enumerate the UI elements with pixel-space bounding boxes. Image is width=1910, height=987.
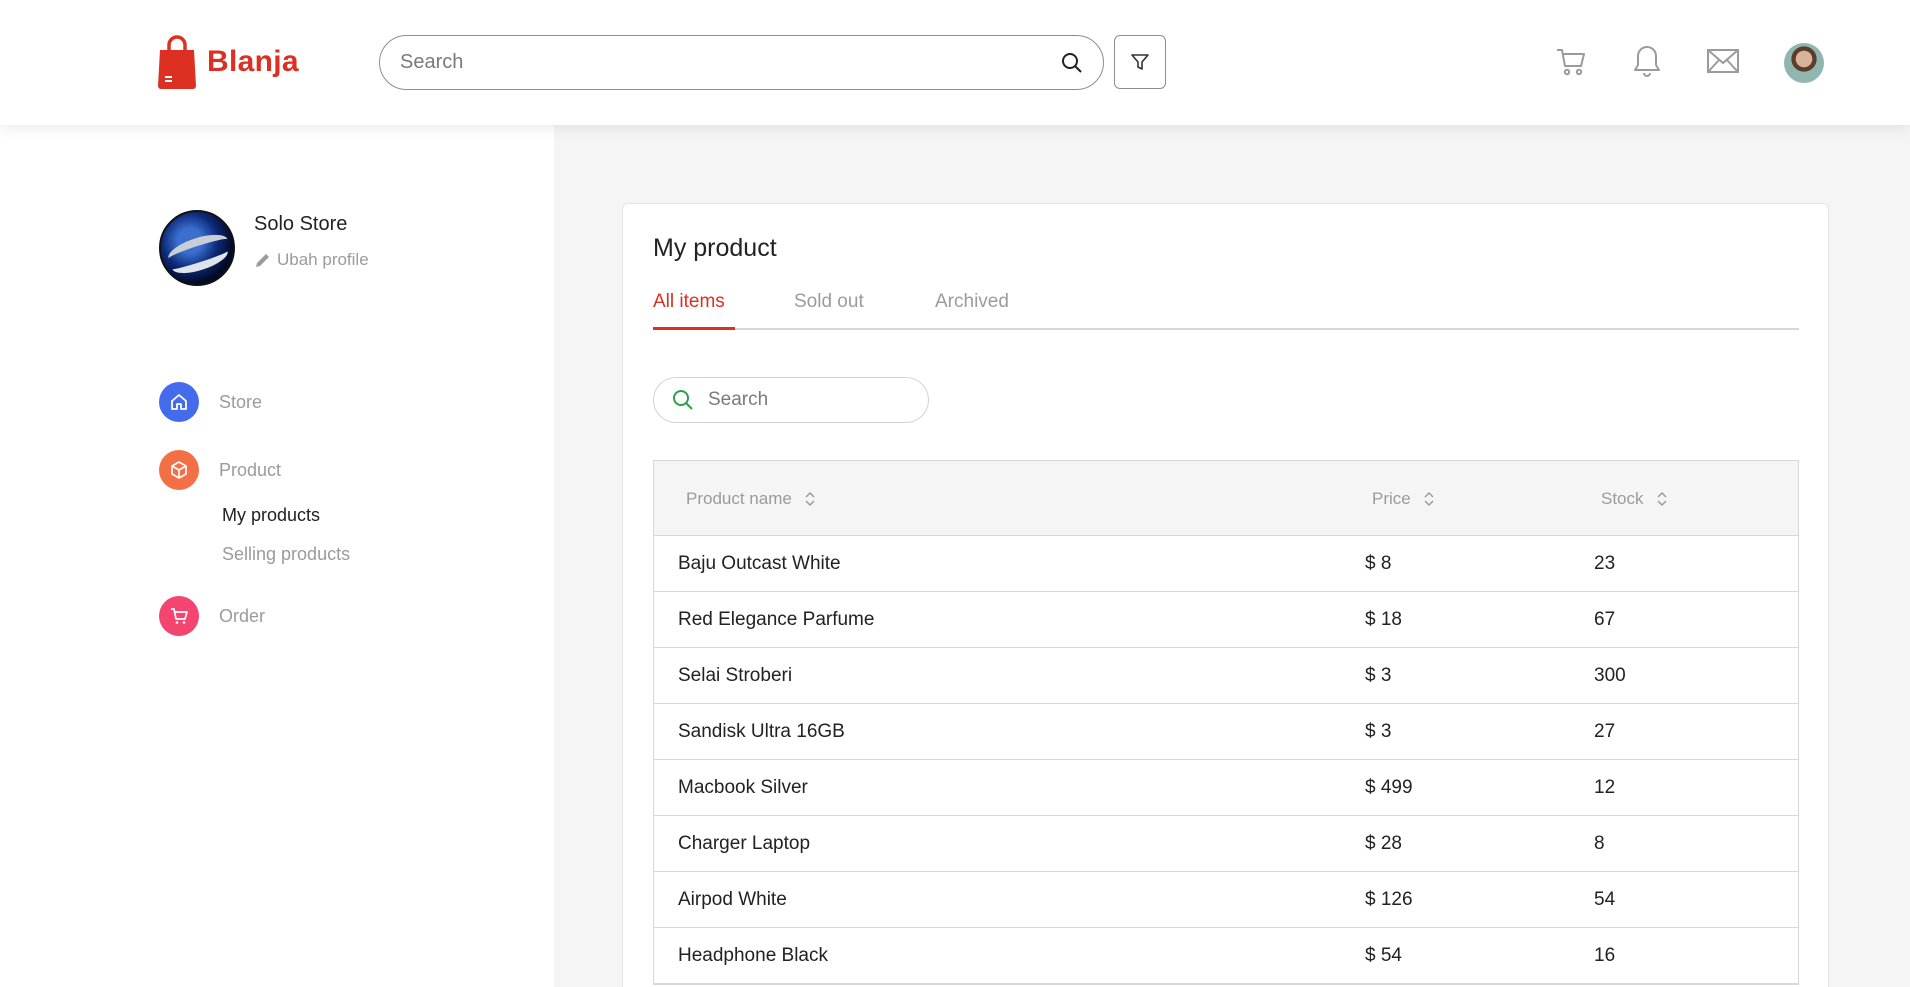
product-name-cell: Macbook Silver	[678, 777, 808, 798]
notification-button[interactable]	[1630, 44, 1664, 78]
user-avatar[interactable]	[1784, 43, 1824, 83]
stock-cell: 300	[1594, 665, 1626, 686]
box-icon	[159, 450, 199, 490]
brand-logo[interactable]: Blanja	[157, 34, 299, 90]
sort-icon	[1424, 491, 1434, 507]
active-tab-indicator	[653, 327, 735, 330]
top-header: Blanja	[0, 0, 1910, 125]
sidebar: Solo Store Ubah profile Store Product My…	[0, 125, 554, 987]
pencil-icon	[256, 253, 269, 267]
stock-cell: 67	[1594, 609, 1616, 630]
price-cell: $ 28	[1365, 833, 1402, 854]
mail-button[interactable]	[1706, 44, 1740, 78]
mail-icon	[1707, 49, 1739, 73]
tab-all-items[interactable]: All items	[653, 291, 725, 313]
page-title: My product	[653, 234, 777, 262]
stock-cell: 23	[1594, 553, 1616, 574]
table-row[interactable]: Charger Laptop $ 28 8	[654, 816, 1798, 872]
home-icon	[159, 382, 199, 422]
search-icon[interactable]	[1061, 52, 1083, 74]
bell-icon	[1634, 46, 1660, 77]
sort-icon	[1657, 491, 1667, 507]
search-icon	[673, 390, 693, 410]
product-search-input[interactable]	[708, 389, 888, 411]
sidebar-item-store[interactable]: Store	[159, 382, 262, 422]
product-table: Product name Price Stock Baju Outcast Wh…	[653, 460, 1799, 985]
sidebar-item-label: Store	[219, 391, 263, 412]
price-cell: $ 8	[1365, 553, 1392, 574]
tab-archived[interactable]: Archived	[935, 291, 1009, 313]
price-cell: $ 499	[1365, 777, 1413, 798]
column-label: Product name	[686, 489, 792, 508]
product-name-cell: Airpod White	[678, 889, 787, 910]
sidebar-subitem-my-products[interactable]: My products	[222, 505, 320, 526]
stock-cell: 54	[1594, 889, 1616, 910]
shopping-bag-icon	[158, 35, 196, 89]
product-tabs: All items Sold out Archived	[653, 285, 1799, 330]
price-cell: $ 18	[1365, 609, 1402, 630]
tab-sold-out[interactable]: Sold out	[794, 291, 864, 313]
column-header-price[interactable]: Price	[1372, 489, 1435, 509]
brand-name: Blanja	[207, 45, 299, 78]
price-cell: $ 3	[1365, 665, 1392, 686]
column-label: Price	[1372, 489, 1411, 508]
edit-profile-link[interactable]: Ubah profile	[254, 250, 369, 270]
stock-cell: 16	[1594, 945, 1616, 966]
table-row[interactable]: Sandisk Ultra 16GB $ 3 27	[654, 704, 1798, 760]
cart-button[interactable]	[1554, 44, 1588, 78]
cart-icon	[159, 596, 199, 636]
sidebar-subitem-selling-products[interactable]: Selling products	[222, 544, 350, 565]
product-name-cell: Sandisk Ultra 16GB	[678, 721, 845, 742]
product-name-cell: Selai Stroberi	[678, 665, 793, 686]
store-name: Solo Store	[254, 213, 348, 235]
product-name-cell: Baju Outcast White	[678, 553, 841, 574]
product-name-cell: Headphone Black	[678, 945, 828, 966]
table-row[interactable]: Baju Outcast White $ 8 23	[654, 536, 1798, 592]
header-search[interactable]	[379, 35, 1104, 90]
sidebar-item-order[interactable]: Order	[159, 596, 265, 636]
stock-cell: 27	[1594, 721, 1616, 742]
product-card: My product All items Sold out Archived P…	[622, 203, 1829, 987]
table-row[interactable]: Macbook Silver $ 499 12	[654, 760, 1798, 816]
price-cell: $ 126	[1365, 889, 1413, 910]
stock-cell: 8	[1594, 833, 1605, 854]
price-cell: $ 3	[1365, 721, 1392, 742]
table-row[interactable]: Selai Stroberi $ 3 300	[654, 648, 1798, 704]
search-input[interactable]	[400, 51, 1061, 74]
sort-icon	[805, 491, 815, 507]
filter-button[interactable]	[1114, 35, 1166, 89]
price-cell: $ 54	[1365, 945, 1402, 966]
table-header: Product name Price Stock	[654, 461, 1798, 536]
column-label: Stock	[1601, 489, 1644, 508]
cart-icon	[1557, 49, 1585, 76]
product-name-cell: Red Elegance Parfume	[678, 609, 875, 630]
column-header-product-name[interactable]: Product name	[686, 489, 816, 509]
edit-profile-label: Ubah profile	[277, 250, 369, 269]
store-avatar	[159, 210, 235, 286]
table-row[interactable]: Headphone Black $ 54 16	[654, 928, 1798, 984]
product-name-cell: Charger Laptop	[678, 833, 811, 854]
sidebar-item-label: Order	[219, 605, 266, 626]
sidebar-item-product[interactable]: Product	[159, 450, 281, 490]
filter-icon	[1131, 54, 1149, 70]
table-row[interactable]: Red Elegance Parfume $ 18 67	[654, 592, 1798, 648]
column-header-stock[interactable]: Stock	[1601, 489, 1668, 509]
product-search[interactable]	[653, 377, 929, 423]
table-row[interactable]: Airpod White $ 126 54	[654, 872, 1798, 928]
sidebar-item-label: Product	[219, 459, 282, 480]
stock-cell: 12	[1594, 777, 1616, 798]
